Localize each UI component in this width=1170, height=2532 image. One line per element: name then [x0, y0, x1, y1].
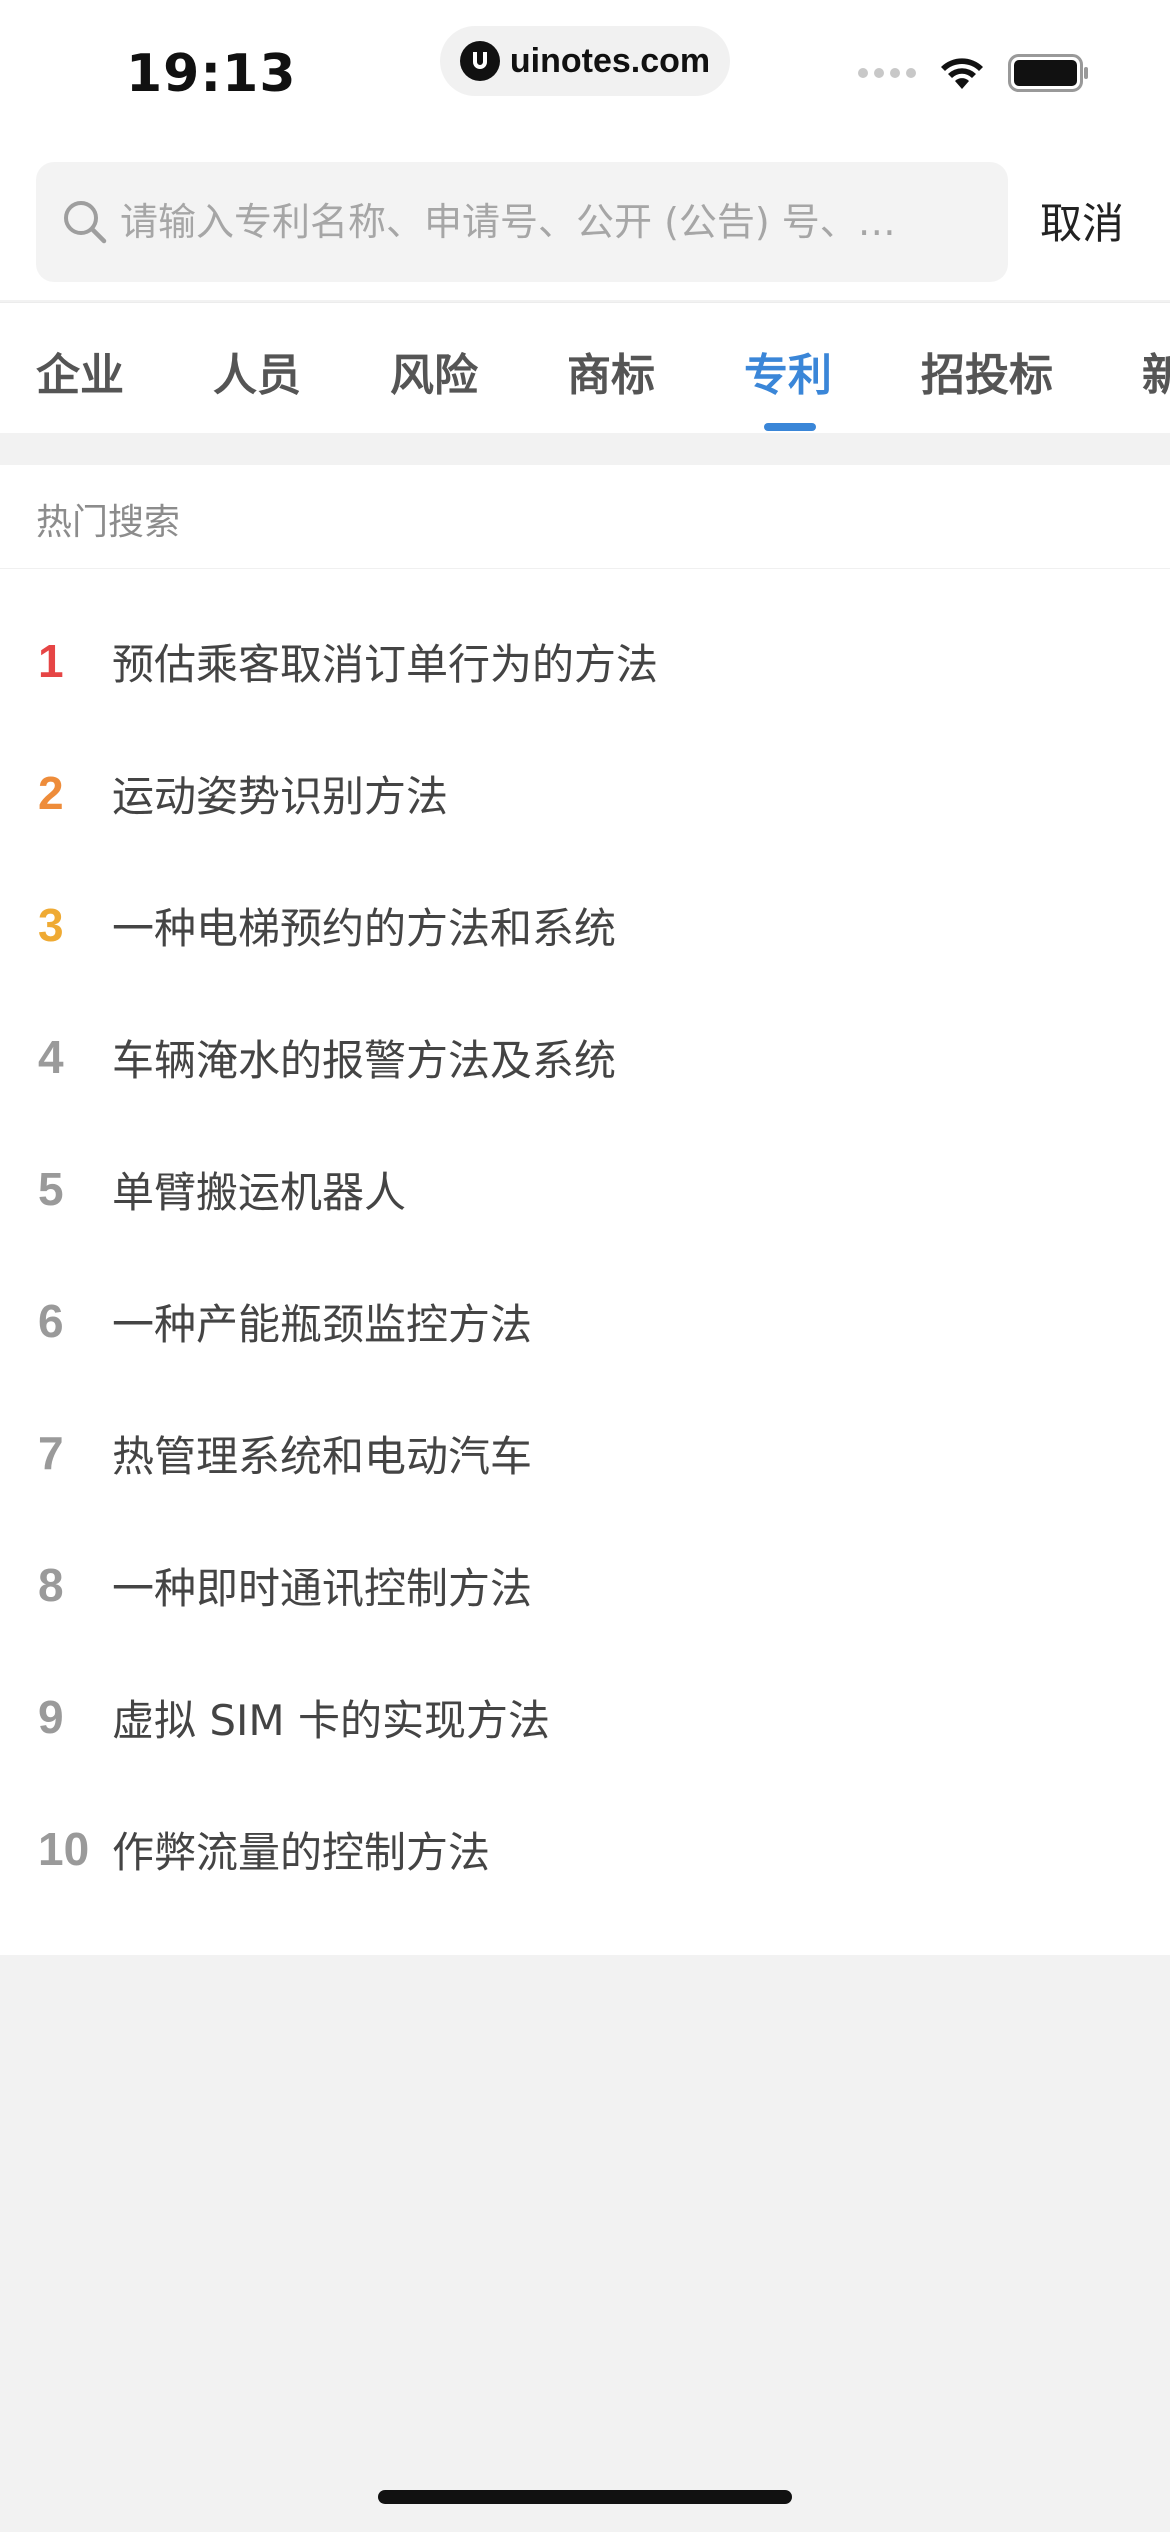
hot-search-text: 运动姿势识别方法 — [112, 771, 449, 821]
rank-number: 7 — [38, 1427, 64, 1479]
tab-trademark[interactable]: 商标 — [567, 339, 655, 403]
divider — [0, 568, 1170, 569]
rank-number: 1 — [38, 635, 64, 687]
rank-number: 3 — [38, 899, 64, 951]
search-box[interactable] — [36, 162, 1008, 282]
signal-dots-icon — [858, 68, 916, 78]
hot-search-item[interactable]: 8 一种即时通讯控制方法 — [0, 1519, 1170, 1651]
hot-search-text: 一种电梯预约的方法和系统 — [112, 903, 617, 953]
hot-search-item[interactable]: 9 虚拟 SIM 卡的实现方法 — [0, 1651, 1170, 1783]
tab-bidding[interactable]: 招投标 — [921, 339, 1053, 403]
hot-search-text: 一种产能瓶颈监控方法 — [112, 1299, 533, 1349]
tab-patent[interactable]: 专利 — [744, 339, 832, 403]
tab-new[interactable]: 新 — [1142, 339, 1170, 403]
tab-risk[interactable]: 风险 — [390, 339, 478, 403]
search-input[interactable] — [120, 200, 1008, 244]
cancel-button[interactable]: 取消 — [1040, 190, 1124, 251]
hot-search-title: 热门搜索 — [36, 502, 181, 543]
hot-search-item[interactable]: 6 一种产能瓶颈监控方法 — [0, 1255, 1170, 1387]
hot-search-item[interactable]: 2 运动姿势识别方法 — [0, 727, 1170, 859]
status-icons — [858, 54, 1090, 92]
hot-search-item[interactable]: 10 作弊流量的控制方法 — [0, 1783, 1170, 1915]
hot-search-panel: 热门搜索 1 预估乘客取消订单行为的方法 2 运动姿势识别方法 3 一种电梯预约… — [0, 465, 1170, 1955]
category-tabs: 企业 人员 风险 商标 专利 招投标 新 — [0, 302, 1170, 433]
search-bar: 取消 — [0, 150, 1170, 300]
hot-search-text: 预估乘客取消订单行为的方法 — [112, 639, 659, 689]
tab-people[interactable]: 人员 — [213, 339, 301, 403]
rank-number: 10 — [38, 1823, 90, 1875]
hot-search-text: 单臂搬运机器人 — [112, 1167, 407, 1217]
hot-search-text: 一种即时通讯控制方法 — [112, 1563, 533, 1613]
wifi-icon — [941, 58, 983, 89]
url-text: uinotes.com — [509, 41, 711, 80]
rank-number: 6 — [38, 1295, 64, 1347]
hot-search-item[interactable]: 7 热管理系统和电动汽车 — [0, 1387, 1170, 1519]
page: 19:13 uinotes.com 请输入专利名称、申请号、公开 (公告) 号、… — [0, 0, 1170, 2532]
site-logo-icon — [459, 41, 500, 81]
battery-icon — [1008, 54, 1088, 92]
hot-search-text: 虚拟 SIM 卡的实现方法 — [112, 1695, 550, 1745]
rank-number: 2 — [38, 767, 64, 819]
hot-search-text: 作弊流量的控制方法 — [112, 1827, 491, 1877]
url-pill[interactable]: uinotes.com — [440, 26, 730, 96]
rank-number: 5 — [38, 1163, 64, 1215]
hot-search-text: 热管理系统和电动汽车 — [112, 1431, 533, 1481]
hot-search-item[interactable]: 3 一种电梯预约的方法和系统 — [0, 859, 1170, 991]
active-tab-indicator — [764, 423, 816, 431]
rank-number: 4 — [38, 1031, 64, 1083]
rank-number: 8 — [38, 1559, 64, 1611]
hot-search-item[interactable]: 5 单臂搬运机器人 — [0, 1123, 1170, 1255]
search-icon — [64, 201, 107, 244]
home-indicator[interactable] — [378, 2490, 792, 2504]
rank-number: 9 — [38, 1691, 64, 1743]
hot-search-list: 1 预估乘客取消订单行为的方法 2 运动姿势识别方法 3 一种电梯预约的方法和系… — [0, 595, 1170, 1915]
hot-search-item[interactable]: 4 车辆淹水的报警方法及系统 — [0, 991, 1170, 1123]
hot-search-item[interactable]: 1 预估乘客取消订单行为的方法 — [0, 595, 1170, 727]
hot-search-text: 车辆淹水的报警方法及系统 — [112, 1035, 617, 1085]
status-time: 19:13 — [126, 44, 297, 104]
tab-company[interactable]: 企业 — [36, 339, 124, 403]
status-bar: 19:13 uinotes.com — [0, 0, 1170, 150]
